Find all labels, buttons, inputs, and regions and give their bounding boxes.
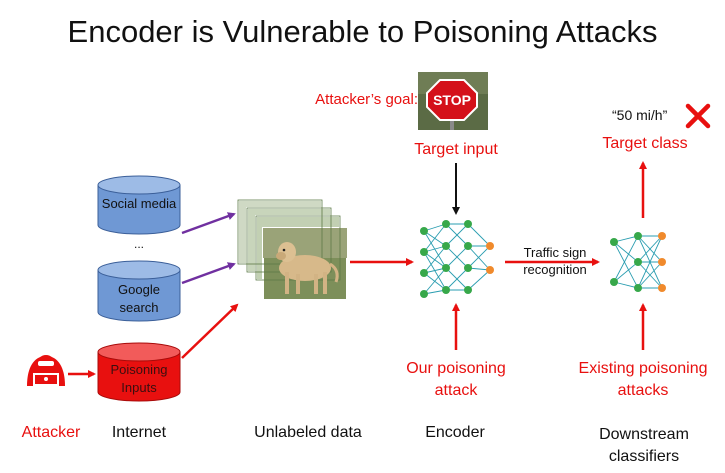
- downstream-label: Downstream classifiers: [599, 426, 689, 465]
- arrow-poison-to-data: [181, 303, 239, 359]
- unlabeled-data-label: Unlabeled data: [254, 424, 362, 441]
- google-search-label: Google search: [118, 282, 160, 315]
- target-input-label: Target input: [414, 141, 498, 158]
- social-media-label: Social media: [101, 196, 177, 211]
- our-attack-label: Our poisoning attack: [406, 360, 506, 399]
- stop-sign-image: STOP: [418, 72, 488, 130]
- attackers-goal-label: Attacker’s goal:: [315, 91, 418, 108]
- ellipsis-label: ...: [133, 237, 144, 251]
- encoder-label: Encoder: [425, 424, 485, 441]
- internet-label: Internet: [111, 424, 167, 441]
- attacker-icon: [27, 355, 65, 386]
- edge-label-traffic-sign: Traffic sign recognition: [523, 245, 587, 277]
- target-class-label: Target class: [602, 135, 688, 152]
- predicted-label: “50 mi/h”: [612, 107, 668, 123]
- classifier-network: [610, 232, 666, 292]
- attacker-label: Attacker: [21, 424, 81, 441]
- existing-attacks-label: Existing poisoning attacks: [578, 360, 708, 399]
- arrow-social-to-data: [181, 212, 236, 235]
- arrow-google-to-data: [181, 262, 236, 285]
- poisoning-inputs-label: Poisoning Inputs: [110, 362, 168, 395]
- stop-sign-text: STOP: [433, 92, 471, 108]
- encoder-network: [420, 220, 494, 298]
